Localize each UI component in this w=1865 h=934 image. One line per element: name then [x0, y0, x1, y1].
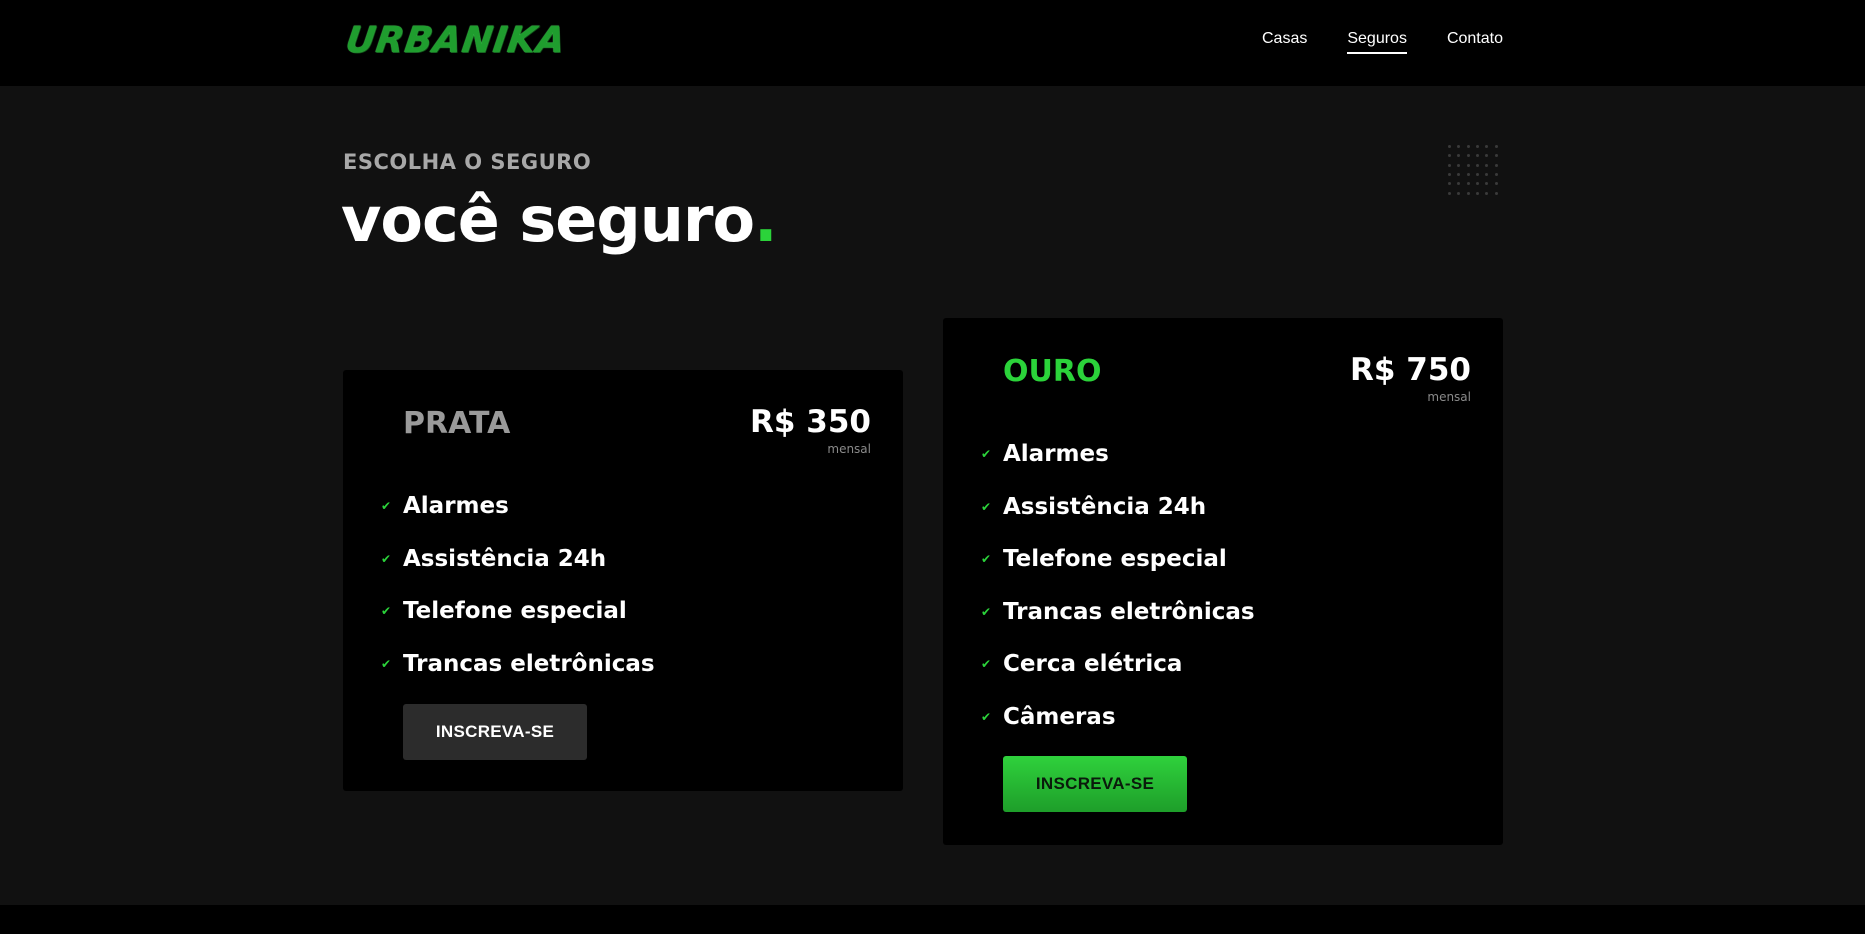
feature-label: Assistência 24h [403, 545, 607, 572]
plan-card-prata: PRATA R$ 350 mensal ✔ Alarmes ✔ Assistênci… [343, 370, 903, 791]
list-item: ✔ Assistência 24h [381, 533, 655, 586]
feature-label: Trancas eletrônicas [1003, 598, 1255, 625]
urbanika-logo[interactable]: URBANIKA [343, 20, 568, 61]
section-title: você seguro. [341, 183, 778, 256]
feature-label: Telefone especial [1003, 546, 1227, 573]
nav-link-contato[interactable]: Contato [1447, 30, 1503, 54]
check-icon: ✔ [381, 656, 392, 671]
plan-price: R$ 750 [1350, 352, 1471, 388]
top-navigation-bar: URBANIKA Casas Seguros Contato [0, 0, 1865, 86]
plan-name: PRATA [403, 406, 511, 441]
title-accent-dot: . [754, 183, 778, 256]
list-item: ✔ Telefone especial [381, 585, 655, 638]
check-icon: ✔ [981, 499, 992, 514]
list-item: ✔ Assistência 24h [981, 481, 1255, 534]
feature-label: Alarmes [403, 493, 509, 520]
section-eyebrow: ESCOLHA O SEGURO [343, 150, 592, 174]
plan-card-ouro: OURO R$ 750 mensal ✔ Alarmes ✔ Assistência… [943, 318, 1503, 845]
list-item: ✔ Câmeras [981, 691, 1255, 744]
check-icon: ✔ [381, 551, 392, 566]
plan-period: mensal [827, 442, 871, 456]
list-item: ✔ Trancas eletrônicas [981, 586, 1255, 639]
check-icon: ✔ [981, 604, 992, 619]
nav-link-casas[interactable]: Casas [1262, 30, 1307, 54]
check-icon: ✔ [981, 447, 992, 462]
check-icon: ✔ [981, 709, 992, 724]
check-icon: ✔ [981, 552, 992, 567]
check-icon: ✔ [381, 604, 392, 619]
list-item: ✔ Cerca elétrica [981, 638, 1255, 691]
plan-name: OURO [1003, 354, 1102, 389]
feature-list: ✔ Alarmes ✔ Assistência 24h ✔ Telefone espe… [381, 480, 655, 690]
subscribe-button-ouro[interactable]: INSCREVA-SE [1003, 756, 1187, 812]
check-icon: ✔ [981, 657, 992, 672]
feature-label: Telefone especial [403, 598, 627, 625]
feature-label: Cerca elétrica [1003, 651, 1183, 678]
feature-label: Assistência 24h [1003, 493, 1207, 520]
list-item: ✔ Telefone especial [981, 533, 1255, 586]
plan-price: R$ 350 [750, 404, 871, 440]
subscribe-button-prata[interactable]: INSCREVA-SE [403, 704, 587, 760]
feature-label: Alarmes [1003, 441, 1109, 468]
plan-period: mensal [1427, 390, 1471, 404]
list-item: ✔ Alarmes [381, 480, 655, 533]
feature-label: Trancas eletrônicas [403, 650, 655, 677]
footer-bar [0, 905, 1865, 934]
section-title-text: você seguro [341, 183, 755, 256]
feature-label: Câmeras [1003, 703, 1116, 730]
nav-link-seguros[interactable]: Seguros [1347, 30, 1407, 54]
list-item: ✔ Trancas eletrônicas [381, 638, 655, 691]
list-item: ✔ Alarmes [981, 428, 1255, 481]
dot-grid-icon [1448, 145, 1504, 201]
check-icon: ✔ [381, 499, 392, 514]
feature-list: ✔ Alarmes ✔ Assistência 24h ✔ Telefone espe… [981, 428, 1255, 743]
main-nav: Casas Seguros Contato [1262, 30, 1503, 54]
